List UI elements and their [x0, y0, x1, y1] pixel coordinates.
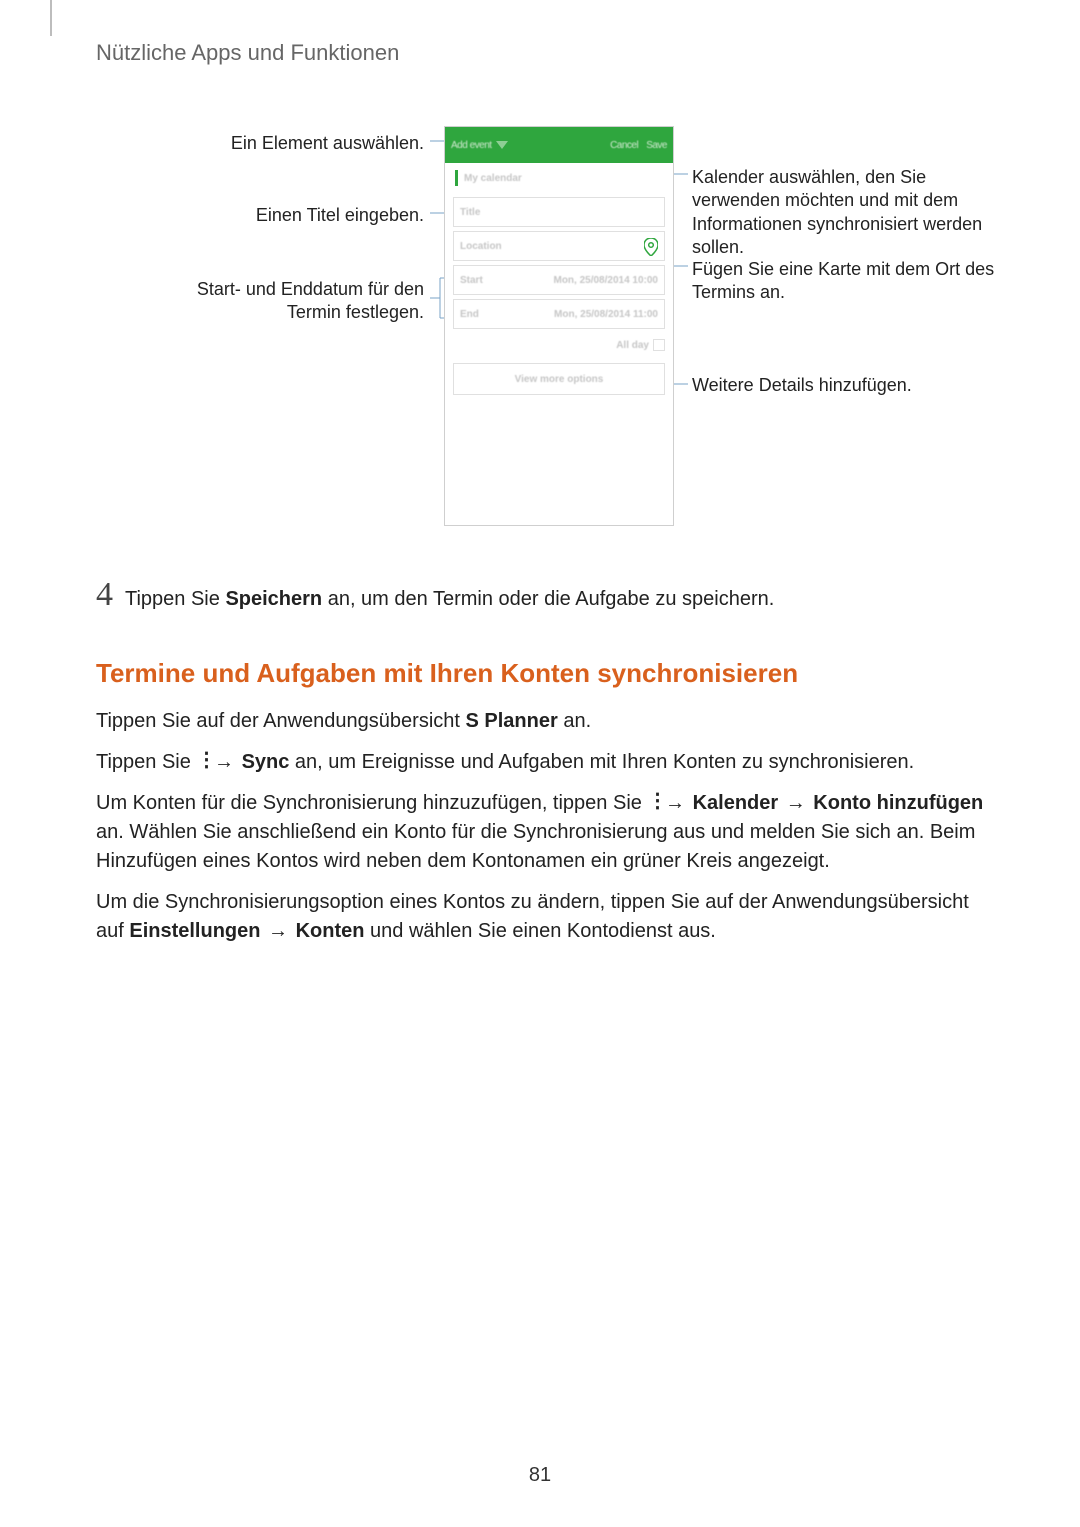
end-value: Mon, 25/08/2014 11:00: [554, 309, 658, 320]
b1: Kalender: [693, 792, 779, 814]
start-row: Start Mon, 25/08/2014 10:00: [453, 265, 665, 295]
view-more-label: View more options: [515, 374, 604, 385]
dropdown-icon: [496, 141, 508, 149]
title-placeholder: Title: [460, 207, 480, 218]
page-number: 81: [0, 1464, 1080, 1487]
b: S Planner: [466, 710, 558, 732]
t2: und wählen Sie einen Kontodienst aus.: [365, 920, 716, 942]
step-text: Tippen Sie Speichern an, um den Termin o…: [125, 588, 774, 611]
all-day-row: All day: [445, 333, 673, 351]
breadcrumb: Nützliche Apps und Funktionen: [96, 40, 984, 66]
page: Nützliche Apps und Funktionen Ein Elemen…: [0, 0, 1080, 1527]
step-number: 4: [96, 576, 113, 614]
kebab-icon: ⋮: [647, 798, 657, 805]
end-label: End: [460, 309, 479, 320]
section-heading: Termine und Aufgaben mit Ihren Konten sy…: [96, 658, 984, 689]
t-bold: Speichern: [225, 588, 322, 610]
header-cancel: Cancel: [610, 140, 638, 151]
callout-start-end: Start- und Enddatum für den Termin festl…: [164, 278, 424, 325]
header-save: Save: [646, 140, 667, 151]
step-4: 4 Tippen Sie Speichern an, um den Termin…: [96, 576, 984, 614]
location-field: Location: [453, 231, 665, 261]
callout-add-map: Fügen Sie eine Karte mit dem Ort des Ter…: [692, 258, 1002, 305]
callout-enter-title: Einen Titel eingeben.: [256, 204, 424, 227]
b1: Einstellungen: [129, 920, 260, 942]
all-day-checkbox: [653, 339, 665, 351]
margin-indicator: [50, 0, 52, 36]
title-field: Title: [453, 197, 665, 227]
arrow2: →: [778, 792, 813, 814]
t: Um Konten für die Synchronisierung hinzu…: [96, 792, 647, 814]
location-pin-icon: [644, 238, 658, 256]
t: Tippen Sie: [96, 751, 196, 773]
phone-header: Add event Cancel Save: [445, 127, 673, 163]
callout-select-calendar: Kalender auswählen, den Sie verwenden mö…: [692, 166, 1002, 260]
t2: an, um den Termin oder die Aufgabe zu sp…: [322, 588, 774, 610]
arrow: →: [260, 920, 295, 942]
t2: an, um Ereignisse und Aufgaben mit Ihren…: [289, 751, 914, 773]
t: Tippen Sie: [125, 588, 225, 610]
b2: Konten: [296, 920, 365, 942]
t2: an.: [558, 710, 591, 732]
location-placeholder: Location: [460, 241, 502, 252]
end-row: End Mon, 25/08/2014 11:00: [453, 299, 665, 329]
paragraph-1: Tippen Sie auf der Anwendungsübersicht S…: [96, 707, 984, 736]
callout-more-details: Weitere Details hinzufügen.: [692, 374, 1002, 397]
callout-select-element: Ein Element auswählen.: [231, 132, 424, 155]
calendar-color-bar: [455, 170, 458, 186]
b2: Konto hinzufügen: [813, 792, 983, 814]
b: Sync: [242, 751, 290, 773]
calendar-selector-row: My calendar: [445, 163, 673, 193]
start-label: Start: [460, 275, 483, 286]
view-more-options: View more options: [453, 363, 665, 395]
t2: an. Wählen Sie anschließend ein Konto fü…: [96, 821, 975, 872]
all-day-label: All day: [616, 340, 649, 351]
kebab-icon: ⋮: [196, 757, 206, 764]
my-calendar-label: My calendar: [464, 173, 522, 184]
header-add-event: Add event: [451, 140, 492, 151]
paragraph-4: Um die Synchronisierungsoption eines Kon…: [96, 888, 984, 946]
phone-mockup: Add event Cancel Save My calendar Title …: [444, 126, 674, 526]
t: Tippen Sie auf der Anwendungsübersicht: [96, 710, 466, 732]
paragraph-2: Tippen Sie ⋮ → Sync an, um Ereignisse un…: [96, 748, 984, 777]
paragraph-3: Um Konten für die Synchronisierung hinzu…: [96, 789, 984, 876]
start-value: Mon, 25/08/2014 10:00: [553, 275, 658, 286]
annotated-diagram: Ein Element auswählen. Einen Titel einge…: [96, 126, 984, 536]
